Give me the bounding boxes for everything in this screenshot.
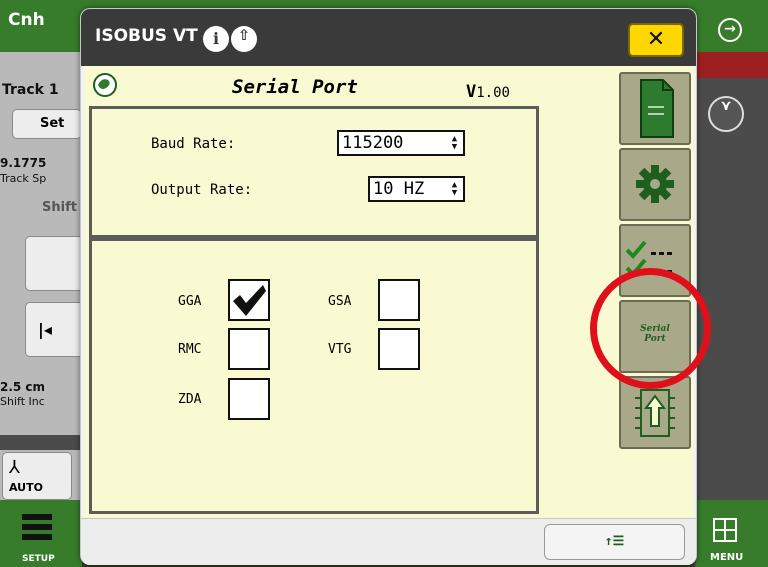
display-title: Cnh <box>8 10 45 30</box>
baud-rate-value: 115200 <box>342 133 404 153</box>
track-spacing-label: Track Sp <box>0 172 47 185</box>
zda-label: ZDA <box>178 392 202 407</box>
rates-panel: Baud Rate: 115200 ▲ ▼ Output Rate: 10 HZ … <box>89 106 539 238</box>
vtg-checkbox[interactable] <box>378 328 420 370</box>
rmc-label: RMC <box>178 342 202 357</box>
spinner-arrows-icon: ▲ ▼ <box>451 134 458 152</box>
vt-page-title: Serial Port <box>232 76 358 98</box>
setup-label: SETUP <box>22 554 55 564</box>
menu-area: MENU <box>696 500 768 567</box>
gear-icon <box>636 165 674 203</box>
baud-rate-spinner[interactable]: 115200 ▲ ▼ <box>337 130 465 156</box>
version-number: 1.00 <box>476 85 510 101</box>
setup-list-icon[interactable] <box>22 514 52 552</box>
shift-left-icon: |◂ <box>38 320 52 339</box>
close-button[interactable]: ✕ <box>628 23 684 57</box>
checkmark-icon <box>233 285 266 316</box>
status-strip <box>694 52 768 78</box>
arrow-right-circle-icon[interactable]: → <box>718 18 742 42</box>
settings-softkey[interactable] <box>619 148 691 221</box>
set-button[interactable]: Set <box>12 109 82 139</box>
dialog-bottom-bar: ↑☰ <box>81 518 696 565</box>
steering-wheel-icon: ⅄ <box>9 457 20 478</box>
nav-list-button[interactable]: ↑☰ <box>544 524 685 560</box>
baud-rate-label: Baud Rate: <box>151 136 236 152</box>
track-name: Track 1 <box>2 82 59 98</box>
menu-label: MENU <box>710 552 744 563</box>
shift-increment-value: 2.5 cm <box>0 380 46 394</box>
dialog-title: ISOBUS VT <box>95 26 198 46</box>
isobus-vt-dialog: ISOBUS VT i ⇧ ✕ Serial Port V1.00 Baud R… <box>80 8 697 565</box>
version-prefix: V <box>466 82 477 102</box>
nmea-messages-panel: GGA GSA RMC VTG ZDA <box>89 238 539 514</box>
document-icon <box>640 79 674 138</box>
menu-grid-icon[interactable] <box>713 518 737 542</box>
track-spacing-value: 9.1775 <box>0 156 47 170</box>
globe-logo-icon <box>93 73 117 97</box>
steering-header <box>0 435 82 450</box>
shift-button[interactable] <box>25 236 85 291</box>
gga-checkbox[interactable] <box>228 279 270 321</box>
setup-area: SETUP <box>0 500 82 567</box>
info-icon[interactable]: i <box>203 26 229 52</box>
dialog-titlebar: ISOBUS VT i ⇧ ✕ <box>81 9 696 66</box>
auto-label: AUTO <box>9 481 43 494</box>
document-softkey[interactable] <box>619 72 691 145</box>
gsa-checkbox[interactable] <box>378 279 420 321</box>
upload-info-icon[interactable]: ⇧ <box>231 26 257 52</box>
shift-increment-label: Shift Inc <box>0 395 45 408</box>
gsa-label: GSA <box>328 294 352 309</box>
auto-button[interactable]: ⅄ AUTO <box>2 452 72 500</box>
vtg-label: VTG <box>328 342 352 357</box>
version-label: V1.00 <box>466 82 510 102</box>
rmc-checkbox[interactable] <box>228 328 270 370</box>
output-rate-value: 10 HZ <box>373 179 425 199</box>
zda-checkbox[interactable] <box>228 378 270 420</box>
spinner-arrows-icon: ▲ ▼ <box>451 180 458 198</box>
output-rate-label: Output Rate: <box>151 182 253 198</box>
gga-label: GGA <box>178 294 202 309</box>
guidance-icon[interactable]: ⋎ <box>708 96 744 132</box>
highlight-circle <box>590 268 711 389</box>
output-rate-spinner[interactable]: 10 HZ ▲ ▼ <box>368 176 465 202</box>
left-panel: Track 1 Set 9.1775 Track Sp Shift |◂ 2.5… <box>0 52 85 567</box>
set-button-label: Set <box>40 116 65 131</box>
shift-left-button[interactable]: |◂ <box>25 302 85 357</box>
